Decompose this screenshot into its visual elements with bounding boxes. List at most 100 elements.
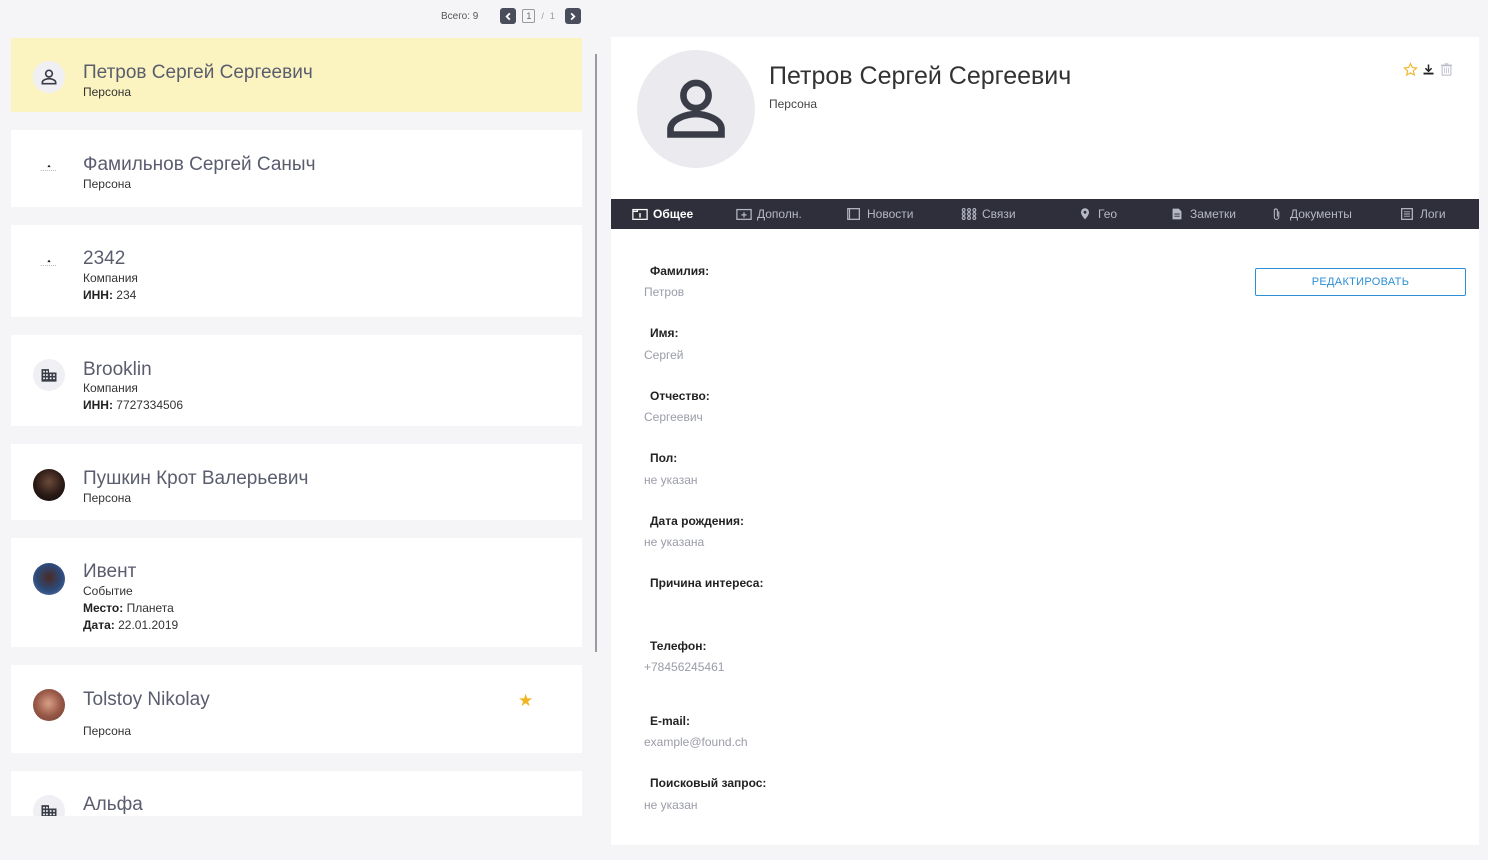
item-type: Событие <box>83 584 133 598</box>
profile-avatar <box>637 50 755 168</box>
field-label-search-query: Поисковый запрос: <box>650 776 767 790</box>
tab-notes[interactable]: Заметки <box>1169 199 1236 229</box>
total-count: Всего: 9 <box>441 10 479 22</box>
place-label: Место: <box>83 601 124 615</box>
item-title: Tolstoy Nikolay <box>83 689 210 710</box>
item-type: Персона <box>83 491 132 505</box>
building-icon <box>41 805 57 816</box>
inn-label: ИНН: <box>83 398 113 412</box>
avatar <box>33 152 65 184</box>
profile-name: Петров Сергей Сергеевич <box>769 62 1072 90</box>
prev-page-button[interactable] <box>500 8 517 24</box>
item-title: Brooklin <box>83 359 152 380</box>
person-icon <box>41 69 57 85</box>
item-type: Компания <box>83 381 138 395</box>
date-value: 22.01.2019 <box>114 618 179 632</box>
current-page-input[interactable]: 1 <box>522 9 536 23</box>
chevron-left-icon <box>505 12 511 20</box>
tab-documents[interactable]: Документы <box>1269 199 1352 229</box>
field-value-phone: +78456245461 <box>644 660 725 674</box>
inn-label: ИНН: <box>83 288 113 302</box>
item-inn: ИНН: 7727334506 <box>83 398 183 412</box>
list-item[interactable]: Ивент Событие Место: Планета Дата: 22.01… <box>11 538 582 647</box>
item-title: Пушкин Крот Валерьевич <box>83 468 309 489</box>
item-title: Альфа <box>83 794 143 815</box>
field-label-patronymic: Отчество: <box>650 389 710 403</box>
detail-panel: Петров Сергей Сергеевич Персона Общее До… <box>611 37 1479 845</box>
item-place: Место: Планета <box>83 601 174 615</box>
avatar-photo <box>33 469 65 501</box>
next-page-button[interactable] <box>564 8 581 24</box>
profile-type: Персона <box>769 97 818 111</box>
favorite-button[interactable] <box>1403 62 1418 77</box>
tab-links[interactable]: Связи <box>961 199 1016 229</box>
list-item[interactable]: Петров Сергей Сергеевич Персона <box>11 38 582 112</box>
info-card-icon <box>632 208 648 220</box>
avatar <box>33 795 65 816</box>
inn-value: 7727334506 <box>112 398 184 412</box>
avatar <box>33 247 65 279</box>
avatar <box>33 359 65 391</box>
tab-additional[interactable]: Дополн. <box>736 199 802 229</box>
field-value-patronymic: Сергеевич <box>644 410 703 424</box>
field-label-email: E-mail: <box>650 714 691 728</box>
tab-label: Заметки <box>1190 207 1236 221</box>
pagination: Всего: 9 1 / 1 <box>441 8 581 24</box>
item-inn: ИНН: 234 <box>83 288 136 302</box>
list-item[interactable]: Brooklin Компания ИНН: 7727334506 <box>11 335 582 426</box>
tab-news[interactable]: Новости <box>846 199 913 229</box>
tab-label: Логи <box>1420 207 1446 221</box>
item-type: Персона <box>83 85 132 99</box>
object-list: Петров Сергей Сергеевич Персона Фамильно… <box>11 38 582 816</box>
avatar <box>33 61 65 93</box>
avatar-photo <box>33 563 65 595</box>
total-pages: 1 <box>549 11 555 21</box>
tab-bar: Общее Дополн. Новости Связи Гео Заметки … <box>611 199 1479 229</box>
field-label-phone: Телефон: <box>650 639 707 653</box>
add-card-icon <box>736 208 752 220</box>
field-value-first-name: Сергей <box>644 348 684 362</box>
tab-geo[interactable]: Гео <box>1077 199 1117 229</box>
star-icon[interactable]: ★ <box>518 691 533 711</box>
profile-actions <box>1403 62 1454 77</box>
list-item[interactable]: 2342 Компания ИНН: 234 <box>11 225 582 317</box>
edit-button[interactable]: РЕДАКТИРОВАТЬ <box>1255 268 1466 296</box>
item-title: 2342 <box>83 248 126 269</box>
building-icon <box>41 369 57 382</box>
date-label: Дата: <box>83 618 115 632</box>
item-title: Ивент <box>83 561 137 582</box>
item-title: Петров Сергей Сергеевич <box>83 62 313 83</box>
field-value-search-query: не указан <box>644 798 698 812</box>
list-item[interactable]: Tolstoy Nikolay ★ Персона <box>11 665 582 753</box>
tab-label: Документы <box>1290 207 1352 221</box>
delete-button[interactable] <box>1439 62 1454 77</box>
trash-icon <box>1440 63 1453 76</box>
place-value: Планета <box>123 601 174 615</box>
tab-general[interactable]: Общее <box>632 199 693 229</box>
tab-label: Новости <box>867 207 914 221</box>
field-label-last-name: Фамилия: <box>650 264 710 278</box>
note-icon <box>1172 208 1182 220</box>
download-icon <box>1423 64 1434 75</box>
field-value-last-name: Петров <box>644 285 685 299</box>
download-button[interactable] <box>1421 62 1436 77</box>
field-value-birth-date: не указана <box>644 535 705 549</box>
broken-image-icon <box>40 259 58 266</box>
item-title: Фамильнов Сергей Саныч <box>83 154 316 175</box>
chevron-right-icon <box>570 12 576 20</box>
list-item[interactable]: Фамильнов Сергей Саныч Персона <box>11 130 582 207</box>
list-scrollbar[interactable] <box>595 54 597 652</box>
person-icon <box>667 79 725 138</box>
pin-icon <box>1081 208 1089 220</box>
item-type: Персона <box>83 724 132 738</box>
item-type: Персона <box>83 177 132 191</box>
page-separator: / <box>541 11 544 21</box>
broken-image-icon <box>40 164 58 171</box>
paperclip-icon <box>1273 208 1280 220</box>
list-item[interactable]: Альфа <box>11 771 582 816</box>
item-date: Дата: 22.01.2019 <box>83 618 178 632</box>
tab-label: Гео <box>1098 207 1118 221</box>
tab-logs[interactable]: Логи <box>1399 199 1446 229</box>
log-icon <box>1401 208 1413 220</box>
list-item[interactable]: Пушкин Крот Валерьевич Персона <box>11 444 582 520</box>
